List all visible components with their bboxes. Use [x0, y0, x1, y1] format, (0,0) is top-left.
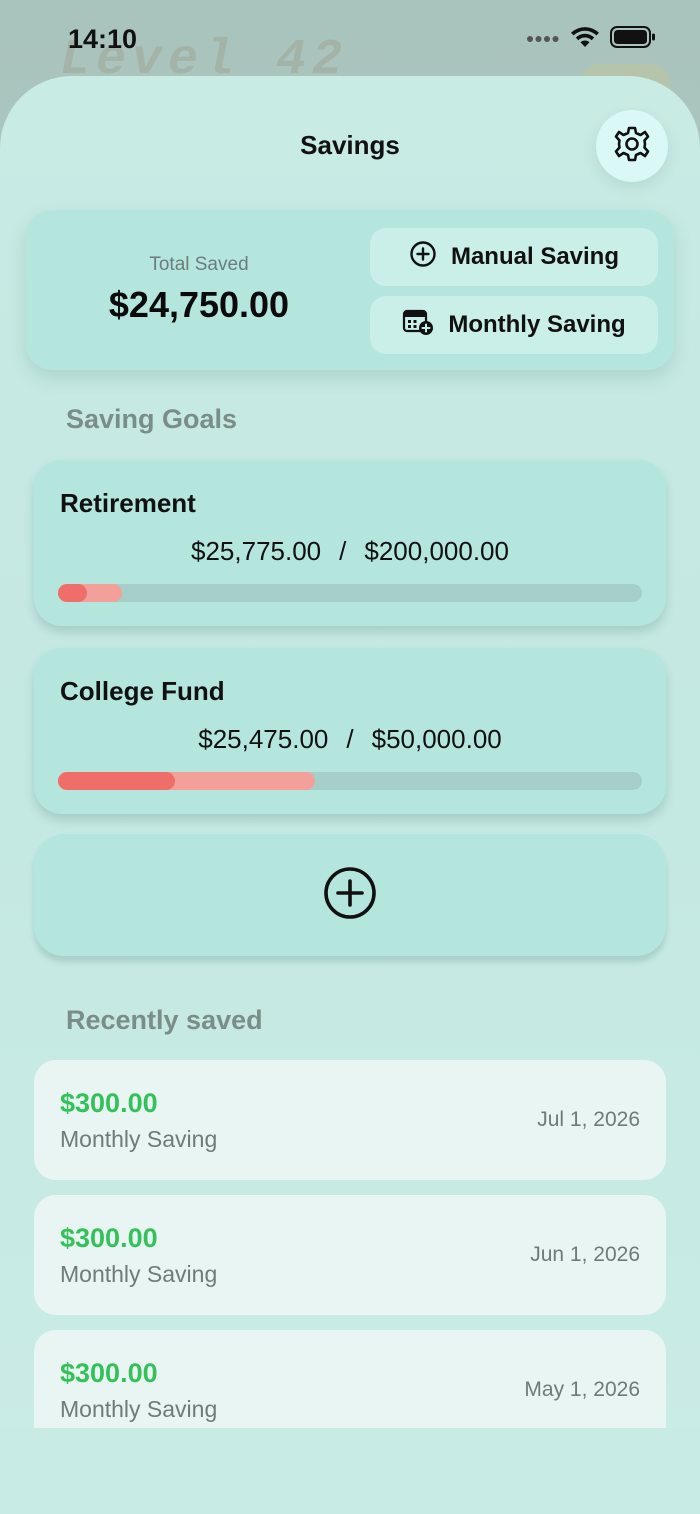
wifi-icon [570, 26, 600, 53]
goal-progress-primary [58, 584, 88, 602]
plus-circle-icon [322, 865, 378, 926]
goal-amounts: $25,775.00/$200,000.00 [191, 536, 509, 566]
goal-progress-primary [58, 772, 175, 790]
goal-name: Retirement [60, 488, 196, 518]
goal-card-retirement[interactable]: Retirement $25,775.00/$200,000.00 [34, 460, 666, 626]
plus-circle-icon [409, 240, 437, 275]
add-goal-button[interactable] [34, 834, 666, 956]
goal-target: $200,000.00 [364, 536, 509, 566]
saving-date: May 1, 2026 [524, 1378, 640, 1401]
status-time: 14:10 [68, 24, 138, 54]
page-title: Savings [300, 130, 400, 160]
calendar-add-icon [402, 308, 434, 343]
battery-icon [610, 26, 656, 53]
total-saved-value: $24,750.00 [108, 284, 290, 325]
goal-saved: $25,775.00 [191, 536, 322, 566]
saving-date: Jul 1, 2026 [537, 1108, 640, 1131]
list-item[interactable]: $300.00 Monthly Saving Jun 1, 2026 [34, 1195, 666, 1315]
savings-sheet: Savings Total Saved $24,750.00 Manual Sa… [0, 76, 700, 1514]
gear-icon [612, 124, 652, 169]
saving-amount: $300.00 [60, 1358, 158, 1388]
total-saved-card: Total Saved $24,750.00 Manual Saving Mon… [26, 210, 674, 370]
saving-goals-heading: Saving Goals [66, 404, 238, 434]
saving-type: Monthly Saving [60, 1396, 218, 1422]
goal-card-college-fund[interactable]: College Fund $25,475.00/$50,000.00 [34, 648, 666, 814]
manual-saving-button[interactable]: Manual Saving [370, 228, 658, 286]
monthly-saving-label: Monthly Saving [448, 311, 626, 338]
goal-progress-bar [58, 772, 642, 790]
cellular-icon [526, 31, 560, 49]
list-item[interactable]: $300.00 Monthly Saving Jul 1, 2026 [34, 1060, 666, 1180]
status-icons [526, 26, 656, 53]
saving-type: Monthly Saving [60, 1261, 218, 1287]
goal-target: $50,000.00 [371, 724, 502, 754]
recently-saved-heading: Recently saved [66, 1005, 263, 1035]
goal-name: College Fund [60, 676, 225, 706]
saving-type: Monthly Saving [60, 1126, 218, 1152]
goal-amounts: $25,475.00/$50,000.00 [198, 724, 502, 754]
saving-amount: $300.00 [60, 1223, 158, 1253]
total-saved-label: Total Saved [149, 254, 249, 275]
monthly-saving-button[interactable]: Monthly Saving [370, 296, 658, 354]
saving-date: Jun 1, 2026 [530, 1243, 640, 1266]
goal-progress-bar [58, 584, 642, 602]
goal-saved: $25,475.00 [198, 724, 329, 754]
manual-saving-label: Manual Saving [450, 243, 620, 270]
status-bar: 14:10 [0, 0, 700, 76]
list-scroll-clip [0, 1428, 700, 1514]
saving-amount: $300.00 [60, 1088, 158, 1118]
settings-button[interactable] [596, 110, 668, 182]
